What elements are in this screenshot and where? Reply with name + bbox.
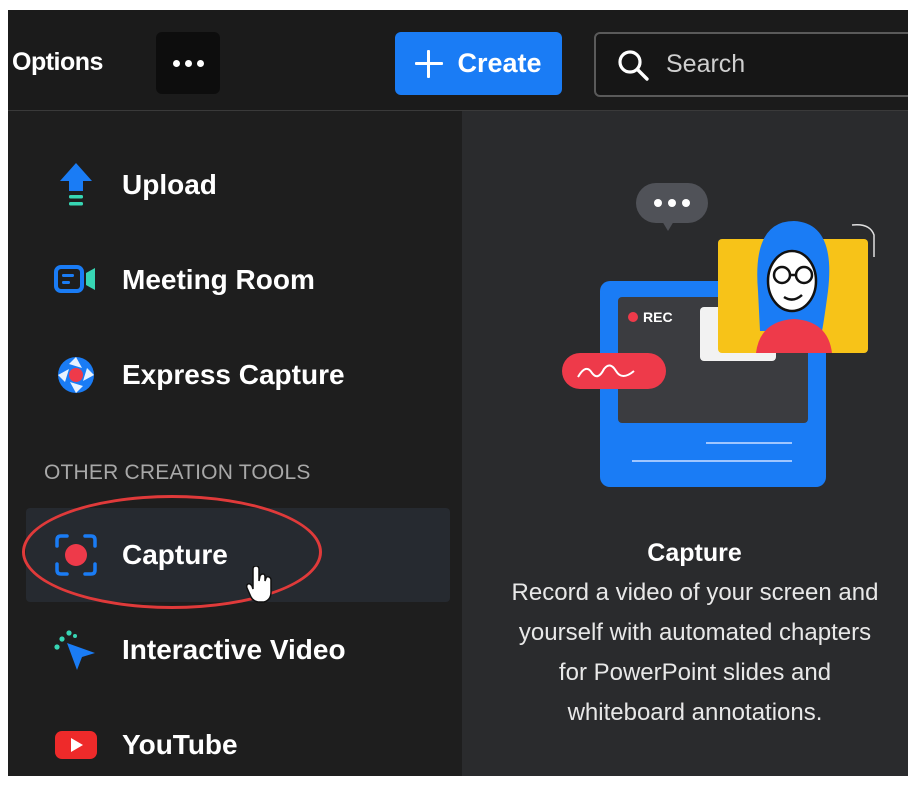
menu-item-upload[interactable]: Upload [26, 138, 450, 232]
create-button[interactable]: Create [395, 32, 562, 95]
top-bar: Options Create [8, 10, 908, 111]
interactive-video-icon [52, 626, 100, 674]
meeting-room-icon [52, 256, 100, 304]
menu-item-label: Meeting Room [122, 264, 315, 295]
search-icon [618, 49, 649, 81]
youtube-icon [52, 721, 100, 769]
capture-icon [52, 531, 100, 579]
section-header-other-tools: OTHER CREATION TOOLS [44, 461, 311, 484]
upload-icon [52, 161, 100, 209]
preview-description: Record a video of your screen and yourse… [511, 579, 879, 726]
more-options-button[interactable] [156, 32, 220, 94]
create-menu: Upload Meeting Room Express Capture OTHE… [8, 111, 461, 776]
preview-panel: REC Capture Record a video of your scree… [462, 111, 908, 776]
menu-item-capture[interactable]: Capture [26, 508, 450, 602]
menu-item-meeting-room[interactable]: Meeting Room [26, 233, 450, 327]
menu-item-express-capture[interactable]: Express Capture [26, 328, 450, 422]
menu-item-label: Interactive Video [122, 634, 346, 665]
express-capture-icon [52, 351, 100, 399]
search-field[interactable] [594, 32, 908, 97]
hand-cursor-icon [246, 566, 272, 603]
app-window: Options Create Upload [8, 10, 908, 776]
search-input[interactable] [664, 49, 888, 80]
capture-illustration: REC [562, 183, 875, 487]
rec-label: REC [643, 309, 673, 325]
menu-item-youtube[interactable]: YouTube [26, 698, 450, 776]
menu-item-interactive-video[interactable]: Interactive Video [26, 603, 450, 697]
preview-title: Capture [647, 539, 742, 567]
create-button-label: Create [457, 48, 542, 78]
plus-icon [415, 49, 444, 78]
menu-item-label: Express Capture [122, 359, 345, 390]
menu-item-label: Upload [122, 169, 217, 200]
options-label: Options [12, 48, 103, 76]
more-dots-icon [172, 59, 180, 67]
menu-item-label: Capture [122, 539, 228, 570]
menu-item-label: YouTube [122, 729, 238, 760]
